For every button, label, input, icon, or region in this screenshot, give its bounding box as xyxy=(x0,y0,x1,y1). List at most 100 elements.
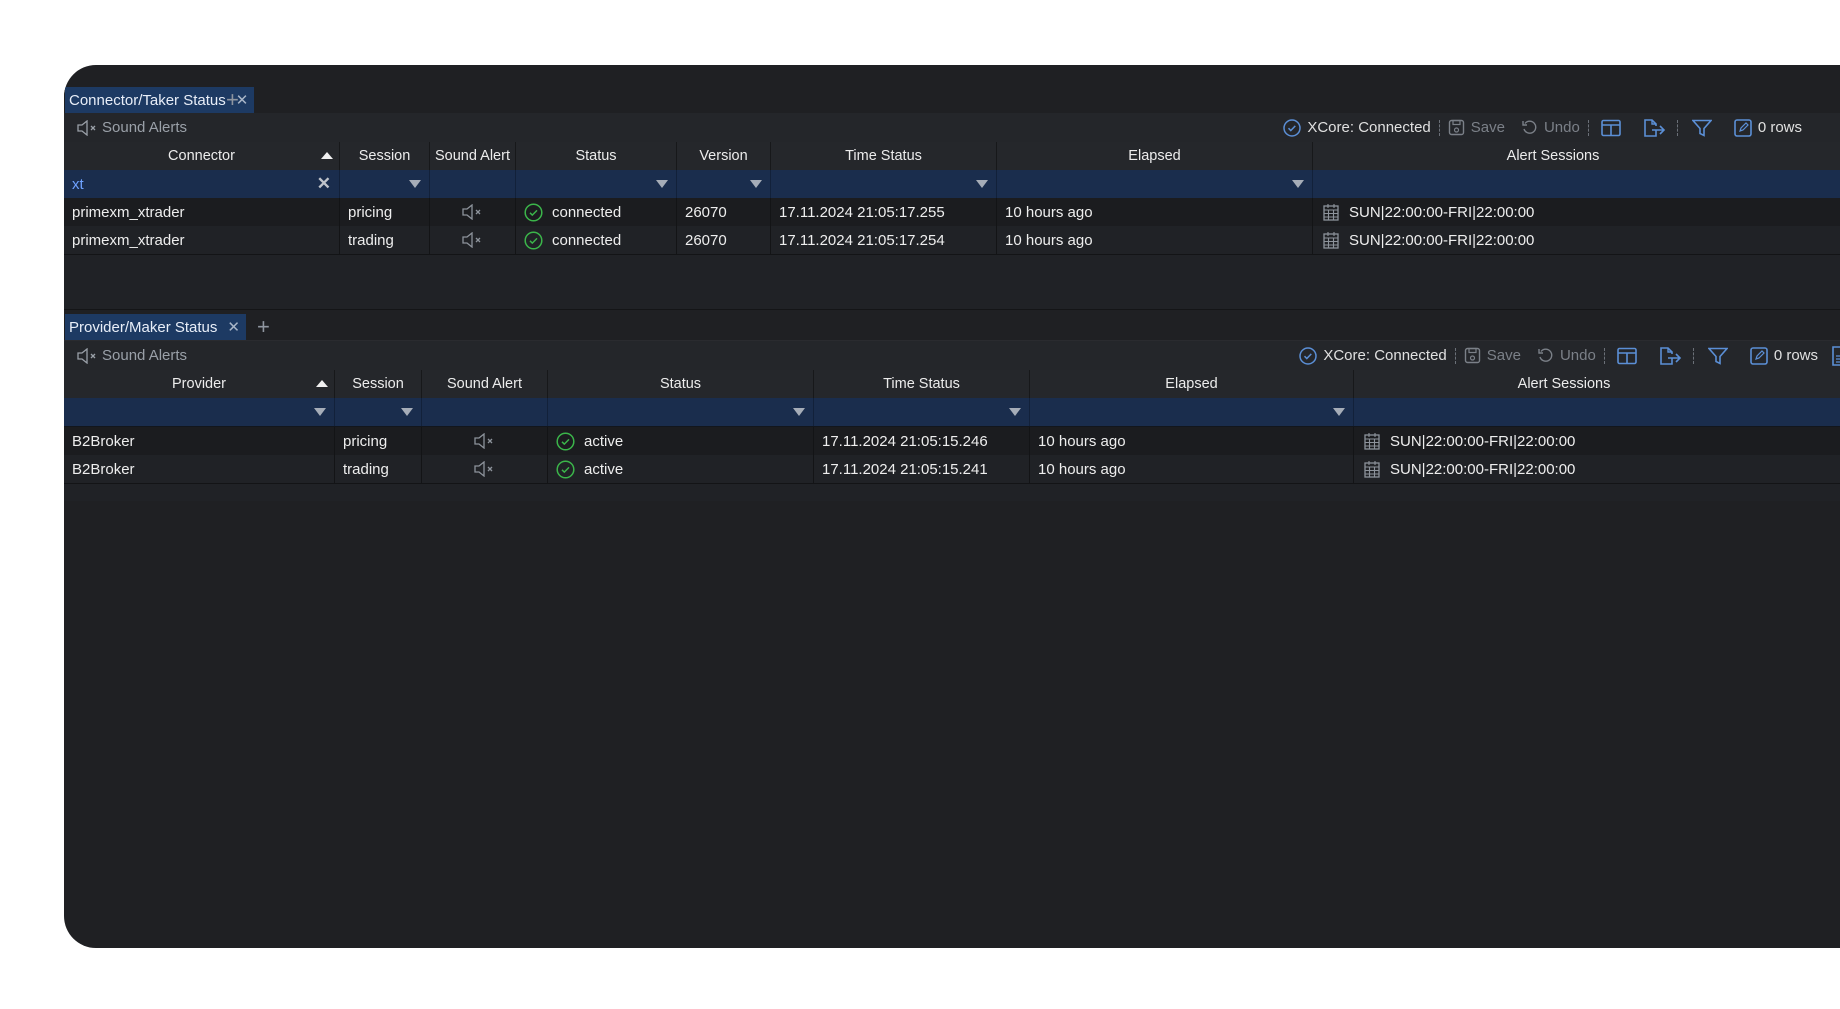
filter-button[interactable] xyxy=(1694,347,1742,365)
clear-filter-icon[interactable]: ✕ xyxy=(317,174,331,194)
column-label: Session xyxy=(358,148,411,164)
cell-time-status: 17.11.2024 21:05:15.246 xyxy=(814,427,1030,455)
tab-label: Connector/Taker Status xyxy=(69,91,226,109)
column-header-status[interactable]: Status xyxy=(516,142,677,170)
cell-session: pricing xyxy=(335,427,422,455)
speaker-muted-icon xyxy=(461,204,480,220)
filter-button[interactable] xyxy=(1678,119,1726,137)
cell-sound-alert[interactable] xyxy=(430,226,516,254)
filter-icon[interactable] xyxy=(793,408,805,416)
check-circle-icon xyxy=(524,202,543,222)
column-header-elapsed[interactable]: Elapsed xyxy=(1030,370,1354,398)
column-header-alert-sessions[interactable]: Alert Sessions xyxy=(1354,370,1840,398)
filter-elapsed[interactable] xyxy=(1030,398,1354,426)
filter-provider[interactable] xyxy=(64,398,335,426)
cell-sound-alert[interactable] xyxy=(430,198,516,226)
filter-connector-value[interactable]: xt xyxy=(64,176,84,193)
app-window: Connector/Taker Status ✕ + Sound Alerts … xyxy=(64,65,1840,948)
filter-icon[interactable] xyxy=(1009,408,1021,416)
column-header-sound-alert[interactable]: Sound Alert xyxy=(422,370,548,398)
filter-icon[interactable] xyxy=(401,408,413,416)
save-icon xyxy=(1464,347,1480,364)
filter-icon[interactable] xyxy=(976,180,988,188)
filter-time-status[interactable] xyxy=(771,170,997,198)
cell-session: trading xyxy=(340,226,430,254)
check-circle-icon xyxy=(556,459,575,479)
column-header-time-status[interactable]: Time Status xyxy=(814,370,1030,398)
filter-icon[interactable] xyxy=(1333,408,1345,416)
filter-alert-sessions xyxy=(1354,398,1840,426)
column-label: Time Status xyxy=(883,376,960,392)
cell-alert-sessions[interactable]: SUN|22:00:00-FRI|22:00:00 xyxy=(1354,455,1840,483)
sort-asc-icon[interactable] xyxy=(316,380,328,387)
rows-counter[interactable]: 0 rows xyxy=(1726,118,1810,137)
column-header-version[interactable]: Version xyxy=(677,142,771,170)
cell-session: trading xyxy=(335,455,422,483)
sound-alerts-button[interactable]: Sound Alerts xyxy=(76,119,187,136)
cell-alert-sessions[interactable]: SUN|22:00:00-FRI|22:00:00 xyxy=(1354,427,1840,455)
column-header-status[interactable]: Status xyxy=(548,370,814,398)
column-header-elapsed[interactable]: Elapsed xyxy=(997,142,1313,170)
column-header-session[interactable]: Session xyxy=(340,142,430,170)
filter-elapsed[interactable] xyxy=(997,170,1313,198)
cell-status: active xyxy=(548,427,814,455)
cell-connector: primexm_xtrader xyxy=(64,226,340,254)
export-button[interactable] xyxy=(1633,118,1677,138)
cell-alert-sessions[interactable]: SUN|22:00:00-FRI|22:00:00 xyxy=(1313,226,1840,254)
tab-provider-status[interactable]: Provider/Maker Status ✕ xyxy=(65,314,246,340)
layout-button[interactable] xyxy=(1605,347,1649,365)
rows-counter[interactable]: 0 rows xyxy=(1742,346,1826,365)
filter-icon[interactable] xyxy=(409,180,421,188)
column-header-session[interactable]: Session xyxy=(335,370,422,398)
cell-elapsed: 10 hours ago xyxy=(1030,455,1354,483)
table-row[interactable]: primexm_xtrader trading connected 26070 … xyxy=(64,226,1840,255)
column-label: Provider xyxy=(172,376,226,392)
cell-time-status: 17.11.2024 21:05:17.255 xyxy=(771,198,997,226)
undo-button[interactable]: Undo xyxy=(1513,119,1588,136)
save-label: Save xyxy=(1486,347,1521,364)
table-row[interactable]: B2Broker trading active 17.11.2024 21:05… xyxy=(64,455,1840,484)
cell-alert-sessions[interactable]: SUN|22:00:00-FRI|22:00:00 xyxy=(1313,198,1840,226)
column-header-provider[interactable]: Provider xyxy=(64,370,335,398)
table-row[interactable]: primexm_xtrader pricing connected 26070 … xyxy=(64,198,1840,227)
cell-sound-alert[interactable] xyxy=(422,455,548,483)
export-icon xyxy=(1644,118,1665,137)
undo-button[interactable]: Undo xyxy=(1529,347,1604,364)
filter-session[interactable] xyxy=(335,398,422,426)
close-icon[interactable]: ✕ xyxy=(227,318,240,336)
filter-status[interactable] xyxy=(516,170,677,198)
status-text: active xyxy=(584,432,624,450)
cell-sound-alert[interactable] xyxy=(422,427,548,455)
export-button[interactable] xyxy=(1649,346,1693,366)
filter-icon[interactable] xyxy=(750,180,762,188)
filter-connector[interactable]: xt ✕ xyxy=(64,170,340,198)
filter-time-status[interactable] xyxy=(814,398,1030,426)
filter-icon[interactable] xyxy=(1292,180,1304,188)
sound-alerts-button[interactable]: Sound Alerts xyxy=(76,347,187,364)
calendar-icon xyxy=(1364,433,1380,450)
filter-status[interactable] xyxy=(548,398,814,426)
add-tab-icon[interactable]: + xyxy=(257,314,270,340)
grid-header: Connector Session Sound Alert Status Ver… xyxy=(64,142,1840,171)
tab-label: Provider/Maker Status xyxy=(69,318,218,336)
tab-strip: Connector/Taker Status ✕ + xyxy=(64,87,1840,114)
save-button[interactable]: Save xyxy=(1456,347,1529,364)
column-header-sound-alert[interactable]: Sound Alert xyxy=(430,142,516,170)
table-row[interactable]: B2Broker pricing active 17.11.2024 21:05… xyxy=(64,427,1840,456)
filter-icon[interactable] xyxy=(314,408,326,416)
save-button[interactable]: Save xyxy=(1440,119,1513,136)
filter-icon[interactable] xyxy=(656,180,668,188)
filter-version[interactable] xyxy=(677,170,771,198)
column-header-time-status[interactable]: Time Status xyxy=(771,142,997,170)
column-label: Sound Alert xyxy=(447,376,522,392)
document-button[interactable] xyxy=(1826,345,1840,366)
alert-sessions-text: SUN|22:00:00-FRI|22:00:00 xyxy=(1349,231,1535,249)
filter-sound-alert xyxy=(422,398,548,426)
filter-session[interactable] xyxy=(340,170,430,198)
sort-asc-icon[interactable] xyxy=(321,152,333,159)
cell-elapsed: 10 hours ago xyxy=(997,226,1313,254)
layout-button[interactable] xyxy=(1589,119,1633,137)
column-header-connector[interactable]: Connector xyxy=(64,142,340,170)
column-header-alert-sessions[interactable]: Alert Sessions xyxy=(1313,142,1840,170)
add-tab-icon[interactable]: + xyxy=(226,87,239,113)
